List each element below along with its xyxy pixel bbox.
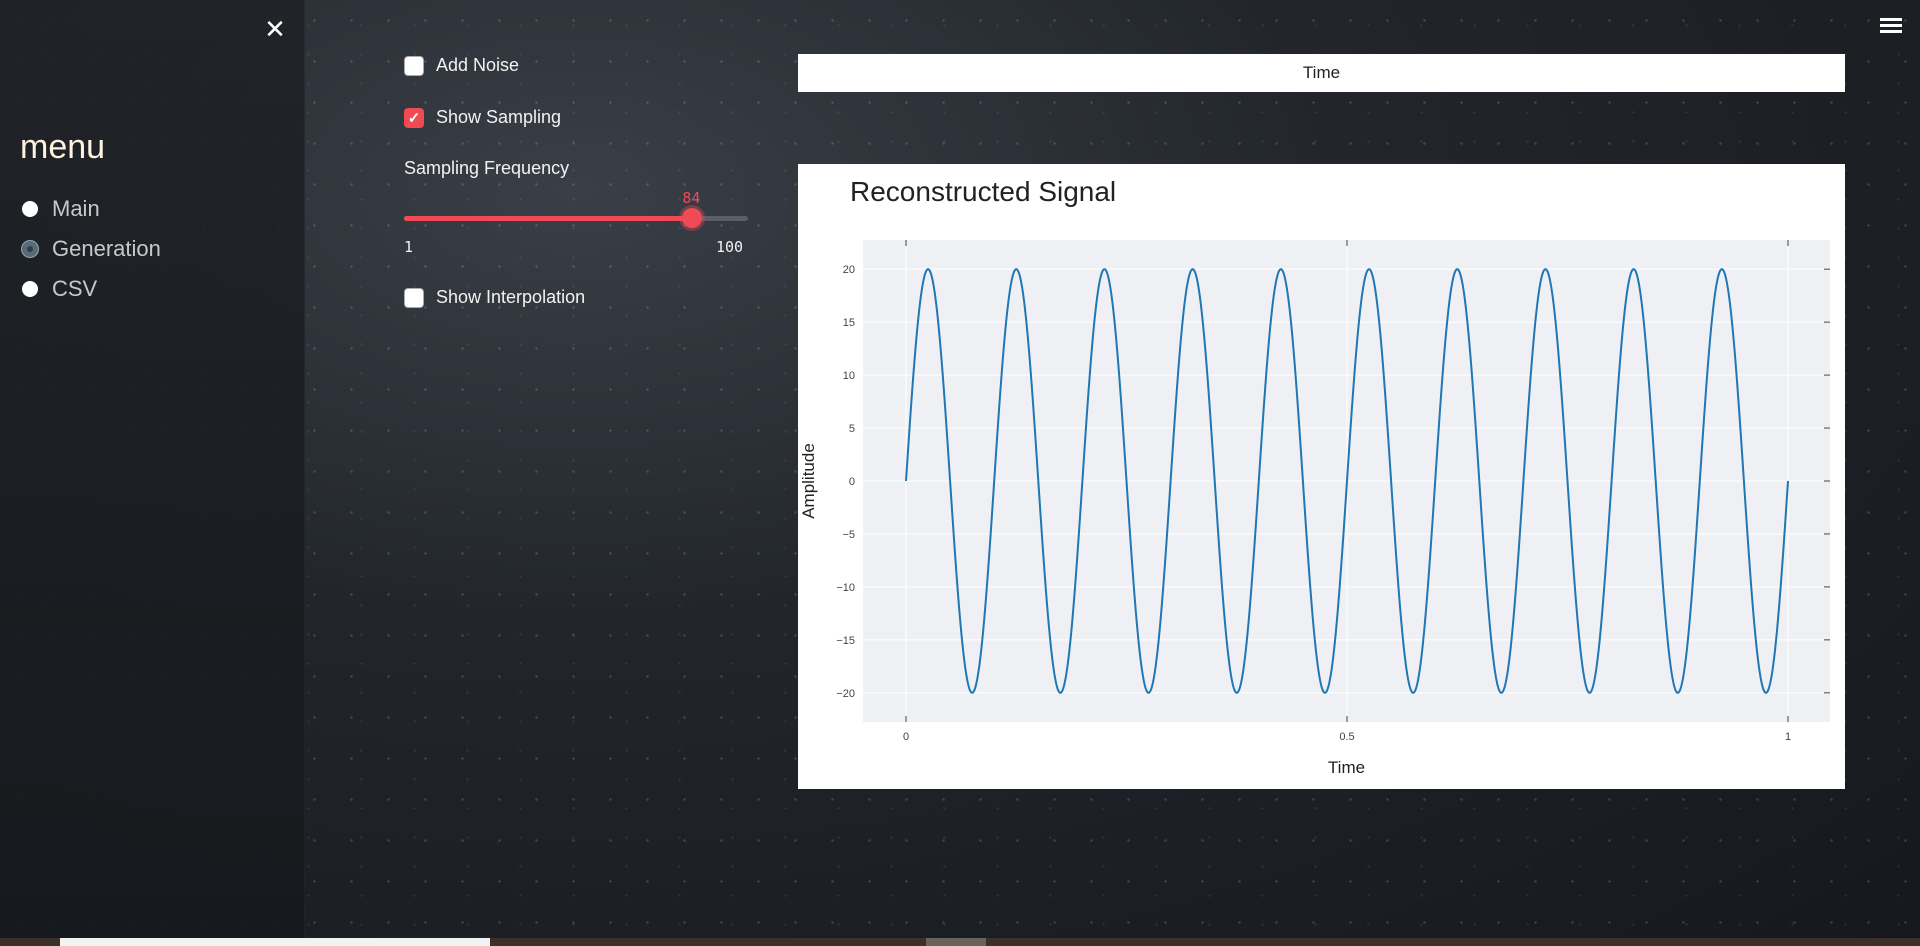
show-sampling-checkbox[interactable]: ✓ Show Sampling: [404, 107, 561, 128]
sidebar-item-label: CSV: [52, 276, 98, 301]
sampling-frequency-label: Sampling Frequency: [404, 158, 570, 178]
bottom-bar-segment: [926, 938, 986, 946]
sidebar-item-label: Generation: [52, 236, 161, 261]
x-tick-label: 1: [1785, 731, 1791, 743]
x-axis-label: Time: [1328, 758, 1365, 777]
show-sampling-label: Show Sampling: [436, 107, 562, 127]
add-noise-label: Add Noise: [436, 55, 520, 75]
y-tick-label: 15: [843, 317, 855, 329]
slider-thumb[interactable]: [682, 208, 703, 228]
y-tick-label: 0: [849, 476, 855, 488]
checkbox-unchecked-icon[interactable]: [404, 55, 424, 76]
y-tick-label: −15: [836, 635, 855, 647]
sampling-frequency-slider[interactable]: [404, 208, 748, 228]
x-tick-label: 0.5: [1339, 731, 1354, 743]
show-interpolation-checkbox[interactable]: Show Interpolation: [404, 287, 585, 308]
sidebar-item-main[interactable]: Main: [22, 196, 100, 222]
top-chart-xlabel: Time: [1302, 63, 1341, 82]
checkbox-unchecked-icon[interactable]: [404, 287, 424, 308]
slider-value: 84: [682, 189, 701, 207]
chart-title: Reconstructed Signal: [850, 176, 1116, 207]
y-tick-label: −20: [836, 688, 855, 700]
radio-selected-icon[interactable]: [22, 241, 38, 257]
checkbox-checked-icon[interactable]: ✓: [404, 107, 424, 128]
sidebar-item-csv[interactable]: CSV: [22, 276, 97, 302]
y-tick-label: −5: [842, 529, 855, 541]
slider-max-label: 100: [716, 238, 744, 256]
top-chart-strip: Time: [798, 54, 1845, 92]
y-tick-label: −10: [836, 582, 855, 594]
radio-unselected-icon[interactable]: [22, 201, 38, 217]
chart-svg: Reconstructed Signal20151050−5−10−15−200…: [799, 176, 1830, 777]
close-icon[interactable]: ✕: [262, 16, 288, 42]
bottom-bar-segment: [60, 938, 490, 946]
sidebar: ✕ menu Main Generation CSV: [0, 0, 305, 946]
y-tick-label: 5: [849, 423, 855, 435]
x-tick-label: 0: [903, 731, 909, 743]
menu-title: menu: [20, 128, 106, 166]
add-noise-checkbox[interactable]: Add Noise: [404, 55, 519, 76]
y-tick-label: 20: [843, 264, 855, 276]
y-tick-label: 10: [843, 370, 855, 382]
slider-fill: [404, 216, 693, 221]
y-axis-label: Amplitude: [799, 443, 818, 519]
sidebar-item-generation[interactable]: Generation: [22, 236, 161, 262]
radio-unselected-icon[interactable]: [22, 281, 38, 297]
slider-min-label: 1: [404, 238, 414, 256]
sidebar-item-label: Main: [52, 196, 100, 221]
show-interpolation-label: Show Interpolation: [436, 287, 586, 307]
hamburger-menu-icon[interactable]: [1880, 18, 1902, 36]
reconstructed-signal-chart[interactable]: Reconstructed Signal 20 15 10 5 0 −5 −10 −15 −20 0…: [798, 164, 1845, 789]
